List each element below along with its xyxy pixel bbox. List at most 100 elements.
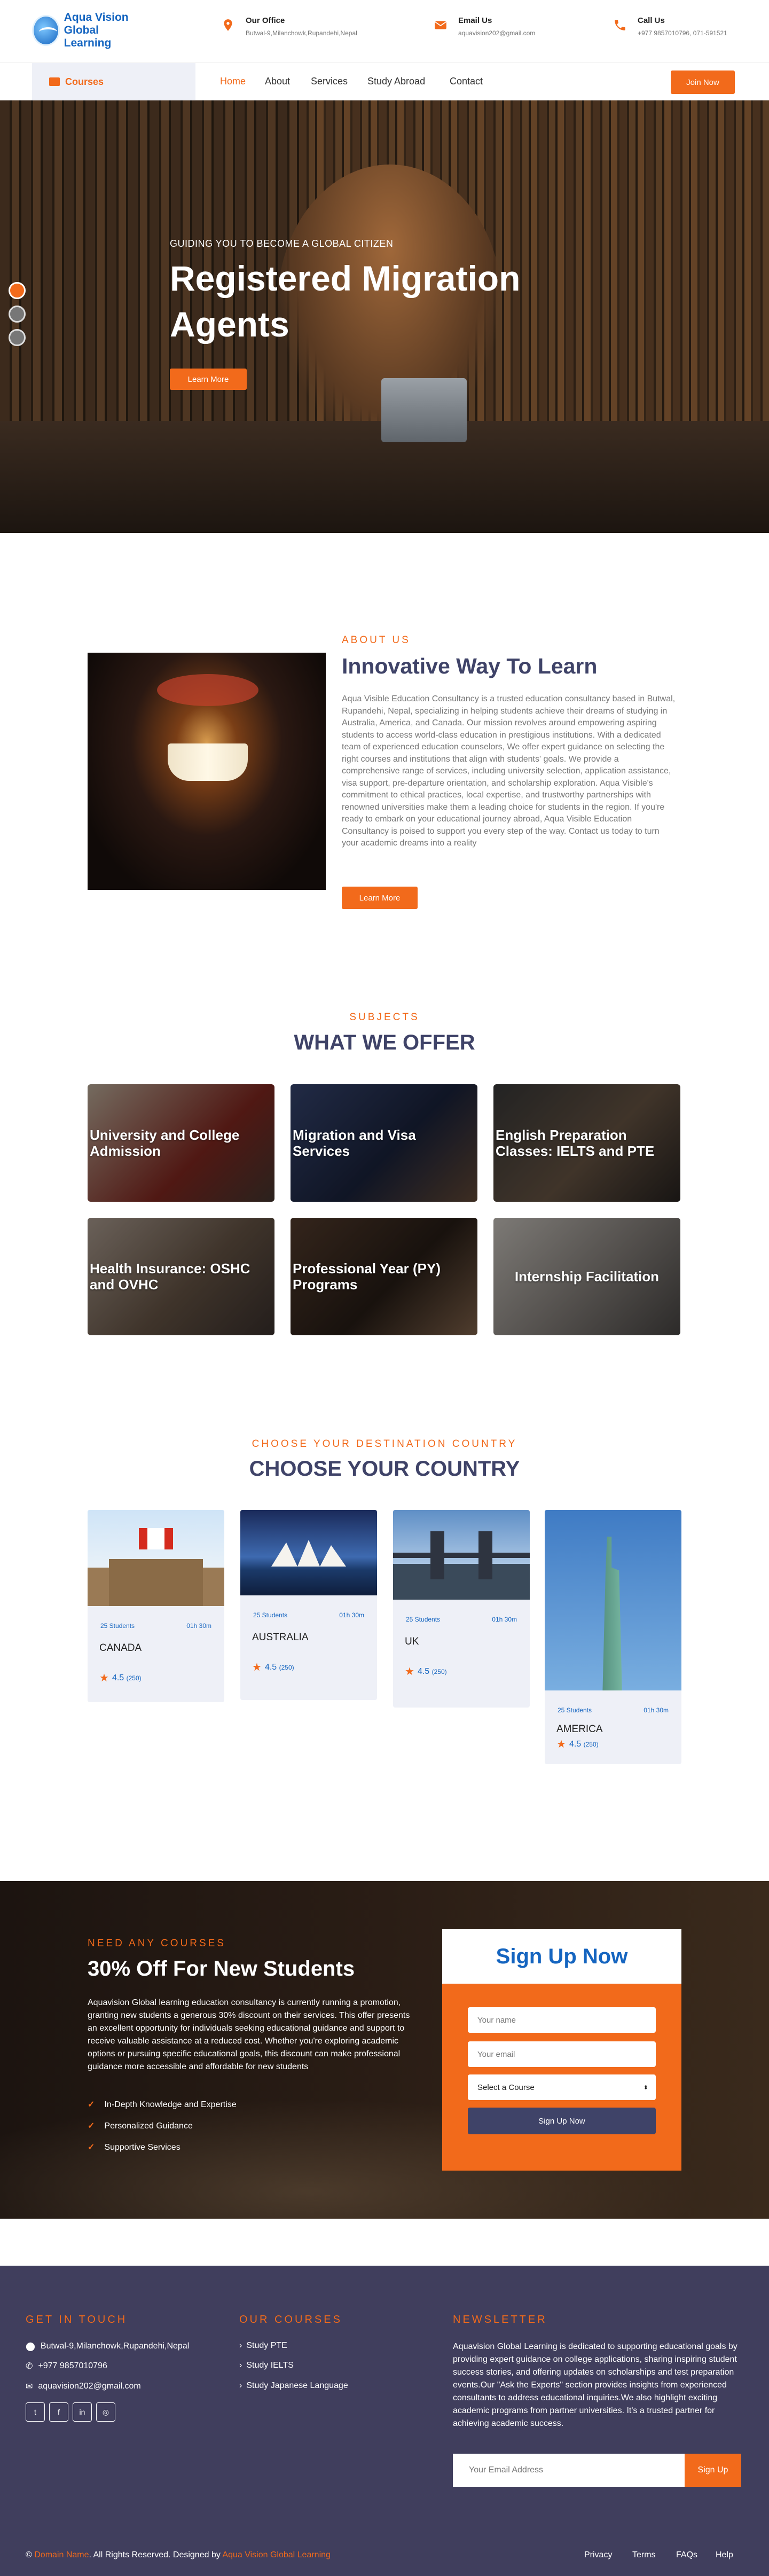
offer-card-label: English Preparation Classes: IELTS and P… <box>493 1084 680 1202</box>
duration: 01h 30m <box>644 1706 669 1714</box>
country-name: AMERICA <box>556 1724 603 1735</box>
country-rating: ★ 4.5 (250) <box>556 1737 681 1751</box>
nav-contact[interactable]: Contact <box>450 76 483 87</box>
signup-submit-button[interactable]: Sign Up Now <box>468 2108 656 2134</box>
feature-item: ✓ Personalized Guidance <box>88 2120 193 2131</box>
course-select-value: Select a Course <box>477 2082 535 2092</box>
brand-line-1: Aqua Vision <box>64 11 129 24</box>
twitter-icon[interactable]: t <box>26 2402 45 2422</box>
footer-course-link[interactable]: › Study PTE <box>239 2341 287 2351</box>
slider-dot-1[interactable] <box>9 282 26 299</box>
top-bar: Aqua Vision Global Learning Our Office Bu… <box>0 0 769 63</box>
offer-card-insurance[interactable]: Health Insurance: OSHC and OVHC <box>88 1218 274 1335</box>
newsletter-heading: NEWSLETTER <box>453 2314 547 2326</box>
offer-card-visa[interactable]: Migration and Visa Services <box>291 1084 477 1202</box>
offer-card-internship[interactable]: Internship Facilitation <box>493 1218 680 1335</box>
slider-dot-2[interactable] <box>9 306 26 323</box>
designer-link[interactable]: Aqua Vision Global Learning <box>222 2550 331 2559</box>
check-icon: ✓ <box>88 2143 95 2152</box>
footer-email: ✉ aquavision202@gmail.com <box>26 2381 141 2392</box>
canada-flag <box>139 1528 173 1549</box>
facebook-icon[interactable]: f <box>49 2402 68 2422</box>
country-card-canada[interactable]: 25 Students 01h 30m CANADA ★ 4.5 (250) <box>88 1510 224 1702</box>
footer-course-label: Study Japanese Language <box>246 2381 348 2390</box>
domain-link[interactable]: Domain Name <box>34 2550 89 2559</box>
chevron-right-icon: › <box>239 2341 242 2350</box>
duration: 01h 30m <box>339 1611 364 1619</box>
nav-services[interactable]: Services <box>311 76 348 87</box>
book-icon <box>49 77 60 86</box>
offer-card-english[interactable]: English Preparation Classes: IELTS and P… <box>493 1084 680 1202</box>
call-numbers[interactable]: +977 9857010796, 071-591521 <box>638 29 727 37</box>
envelope-icon: ✉ <box>26 2382 33 2391</box>
newsletter-text: Aquavision Global Learning is dedicated … <box>453 2342 737 2428</box>
signup-form: Sign Up Now Select a Course ⬍ Sign Up Now <box>442 1929 681 2171</box>
join-now-button[interactable]: Join Now <box>671 71 735 94</box>
promo-tag: NEED ANY COURSES <box>88 1938 226 1949</box>
promo-paragraph: Aquavision Global learning education con… <box>88 1998 410 2071</box>
offer-card-label: Internship Facilitation <box>493 1218 680 1335</box>
location-pin-icon <box>224 19 232 31</box>
nav-home[interactable]: Home <box>220 76 246 87</box>
slider-dot-3[interactable] <box>9 329 26 346</box>
instagram-icon[interactable]: ◎ <box>96 2402 115 2422</box>
footer-link-terms[interactable]: Terms <box>632 2550 656 2560</box>
parliament-building <box>109 1559 203 1606</box>
students-count: 25 Students <box>253 1611 288 1619</box>
nav-study-abroad[interactable]: Study Abroad <box>367 76 425 87</box>
feature-label: In-Depth Knowledge and Expertise <box>104 2100 237 2109</box>
footer-course-link[interactable]: › Study IELTS <box>239 2361 294 2370</box>
laptop-image <box>381 378 467 442</box>
country-card-america[interactable]: 25 Students 01h 30m AMERICA ★ 4.5 (250) <box>545 1510 681 1764</box>
hero-learn-more-button[interactable]: Learn More <box>170 369 247 390</box>
newsletter-email-input[interactable] <box>453 2454 685 2487</box>
america-image <box>545 1510 681 1690</box>
students-count: 25 Students <box>100 1622 135 1630</box>
opera-house <box>271 1540 346 1567</box>
chevron-right-icon: › <box>239 2381 242 2390</box>
footer-email-text[interactable]: aquavision202@gmail.com <box>38 2382 140 2391</box>
footer-address: ⬤ Butwal-9,Milanchowk,Rupandehi,Nepal <box>26 2341 189 2352</box>
review-count: (250) <box>279 1663 294 1671</box>
footer-phone-text[interactable]: +977 9857010796 <box>38 2361 107 2371</box>
statue-of-liberty <box>602 1537 622 1690</box>
star-icon: ★ <box>99 1672 109 1684</box>
country-name: UK <box>405 1636 419 1647</box>
offer-card-label: Professional Year (PY) Programs <box>291 1218 477 1335</box>
offer-card-professional-year[interactable]: Professional Year (PY) Programs <box>291 1218 477 1335</box>
country-tag: CHOOSE YOUR DESTINATION COUNTRY <box>252 1438 517 1450</box>
country-card-australia[interactable]: 25 Students 01h 30m AUSTRALIA ★ 4.5 (250) <box>240 1510 377 1700</box>
envelope-icon <box>434 21 447 29</box>
courses-dropdown-button[interactable]: Courses <box>32 63 195 100</box>
footer-link-privacy[interactable]: Privacy <box>584 2550 612 2560</box>
footer-link-faqs[interactable]: FAQs <box>676 2550 697 2560</box>
country-card-uk[interactable]: 25 Students 01h 30m UK ★ 4.5 (250) <box>393 1510 530 1708</box>
nav-about[interactable]: About <box>265 76 290 87</box>
our-courses-heading: OUR COURSES <box>239 2314 342 2326</box>
office-title: Our Office <box>246 16 285 25</box>
rating-value: 4.5 <box>417 1666 430 1676</box>
logo[interactable]: Aqua Vision Global Learning <box>32 11 139 49</box>
offer-card-admission[interactable]: University and College Admission <box>88 1084 274 1202</box>
about-tag: ABOUT US <box>342 635 411 646</box>
about-learn-more-button[interactable]: Learn More <box>342 887 418 909</box>
country-title: CHOOSE YOUR COUNTRY <box>249 1457 520 1481</box>
footer-course-link[interactable]: › Study Japanese Language <box>239 2381 348 2391</box>
review-count: (250) <box>431 1667 447 1675</box>
check-icon: ✓ <box>88 2121 95 2131</box>
phone-icon <box>615 20 625 30</box>
courses-label: Courses <box>65 76 104 87</box>
about-title: Innovative Way To Learn <box>342 654 598 678</box>
email-address[interactable]: aquavision202@gmail.com <box>458 29 535 37</box>
newsletter-signup-button[interactable]: Sign Up <box>685 2454 741 2487</box>
lamp-glow <box>157 674 258 706</box>
footer-link-help[interactable]: Help <box>716 2550 733 2560</box>
course-select[interactable]: Select a Course ⬍ <box>468 2074 656 2100</box>
email-title: Email Us <box>458 16 492 25</box>
offer-tag: SUBJECTS <box>349 1012 420 1023</box>
logo-emblem <box>32 15 60 46</box>
email-input[interactable] <box>468 2041 656 2067</box>
brand-line-2: Global Learning <box>64 24 112 49</box>
name-input[interactable] <box>468 2007 656 2033</box>
linkedin-icon[interactable]: in <box>73 2402 92 2422</box>
